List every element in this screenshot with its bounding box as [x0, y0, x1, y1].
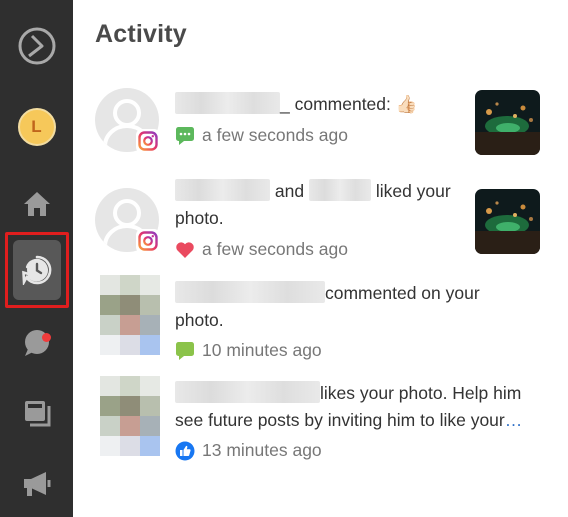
- megaphone-icon: [23, 472, 50, 496]
- notification-dot: [42, 333, 51, 342]
- activity-text: likes your photo. Help him see future po…: [175, 380, 535, 434]
- avatar: [100, 376, 160, 456]
- home-icon: [23, 192, 50, 216]
- time-label: a few seconds ago: [202, 239, 348, 259]
- activity-text-suffix: liked your: [375, 181, 451, 201]
- activity-text-suffix: likes your photo. Help him: [320, 383, 522, 403]
- activity-text-mid: and: [274, 181, 305, 201]
- redacted-username: [308, 179, 371, 201]
- sidebar-item-ads[interactable]: [0, 452, 73, 516]
- thumbs-up-emoji: 👍🏻: [395, 94, 418, 114]
- sidebar: L: [0, 0, 73, 517]
- post-thumbnail[interactable]: [475, 90, 540, 155]
- redacted-username: [175, 281, 325, 303]
- heart-icon: [175, 240, 195, 260]
- sidebar-item-posts[interactable]: [0, 381, 73, 445]
- activity-text-line2: photo.: [175, 208, 224, 228]
- activity-text: _ commented: 👍🏻: [175, 91, 460, 118]
- activity-time: 13 minutes ago: [175, 440, 322, 461]
- avatar: L: [17, 108, 56, 146]
- time-label: 10 minutes ago: [202, 340, 322, 360]
- activity-icon: [22, 255, 52, 285]
- activity-text-suffix: _ commented:: [280, 94, 391, 114]
- instagram-icon: [136, 129, 160, 153]
- instagram-icon: [136, 229, 160, 253]
- activity-item[interactable]: _ commented: 👍🏻 a few seconds ago: [95, 88, 555, 163]
- posts-icon: [24, 401, 50, 427]
- like-icon: [175, 441, 195, 461]
- activity-item[interactable]: and liked your photo. a few seconds ago: [95, 179, 555, 268]
- logo-icon: [18, 27, 55, 65]
- redacted-username: [175, 381, 320, 403]
- activity-time: 10 minutes ago: [175, 340, 322, 361]
- truncation-ellipsis: …: [504, 410, 523, 430]
- activity-text: commented on your photo.: [175, 280, 535, 334]
- avatar: [100, 275, 160, 355]
- sidebar-item-activity-highlight: [13, 240, 61, 300]
- redacted-username: [175, 92, 280, 114]
- time-label: a few seconds ago: [202, 125, 348, 145]
- activity-text-line2: photo.: [175, 310, 224, 330]
- avatar-letter: L: [31, 117, 42, 136]
- activity-time: a few seconds ago: [175, 125, 348, 146]
- sidebar-item-home[interactable]: [0, 172, 73, 236]
- activity-item[interactable]: commented on your photo. 10 minutes ago: [95, 275, 555, 365]
- post-thumbnail[interactable]: [475, 189, 540, 254]
- time-label: 13 minutes ago: [202, 440, 322, 460]
- page-title: Activity: [95, 20, 187, 48]
- comment-icon: [175, 341, 195, 361]
- sidebar-item-profile[interactable]: L: [0, 95, 73, 159]
- sidebar-item-activity[interactable]: [5, 232, 69, 308]
- activity-item[interactable]: likes your photo. Help him see future po…: [95, 376, 555, 466]
- activity-text-suffix: commented on your: [325, 283, 480, 303]
- redacted-username: [175, 179, 270, 201]
- sidebar-item-messages[interactable]: [0, 311, 73, 375]
- sidebar-item-logo[interactable]: [0, 14, 73, 78]
- comment-icon: [175, 126, 195, 146]
- activity-text-line2: see future posts by inviting him to like…: [175, 410, 505, 430]
- activity-text: and liked your photo.: [175, 178, 460, 232]
- activity-time: a few seconds ago: [175, 239, 348, 260]
